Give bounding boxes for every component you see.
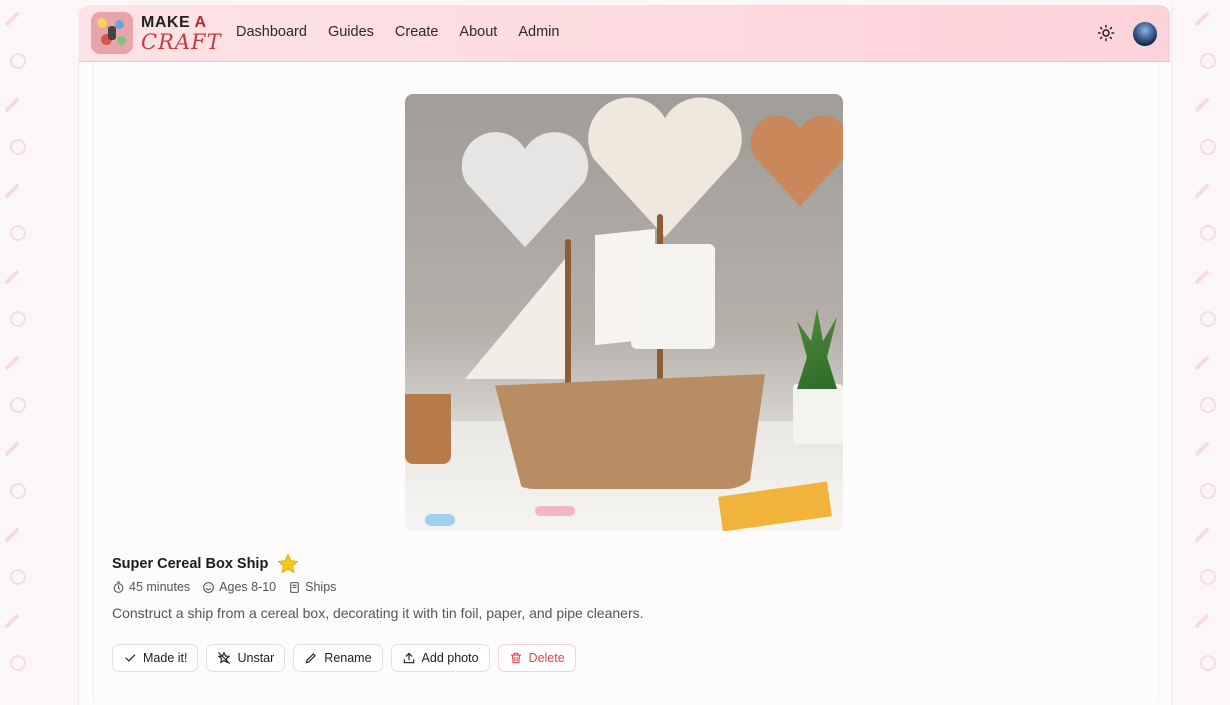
pattern-doodle [1194, 11, 1210, 27]
pattern-doodle [1200, 483, 1216, 499]
pattern-doodle [10, 655, 26, 671]
smile-icon [203, 581, 215, 593]
nav-about[interactable]: About [459, 24, 497, 40]
user-avatar[interactable] [1132, 21, 1158, 47]
rename-button[interactable]: Rename [293, 644, 383, 672]
pattern-doodle [1200, 397, 1216, 413]
pencil-icon [305, 653, 317, 664]
craft-photo [405, 94, 843, 531]
pattern-doodle [1194, 269, 1210, 285]
book-icon [290, 581, 299, 593]
pattern-doodle [4, 97, 20, 113]
craft-title-row: Super Cereal Box Ship [112, 552, 300, 576]
pattern-doodle [1200, 569, 1216, 585]
craft-title: Super Cereal Box Ship [112, 556, 269, 572]
pattern-doodle [1194, 441, 1210, 457]
pattern-doodle [4, 613, 20, 629]
star-icon[interactable] [276, 552, 300, 576]
pattern-doodle [4, 183, 20, 199]
craft-meta: 45 minutes Ages 8-10 Ships [112, 580, 336, 594]
pattern-doodle [10, 139, 26, 155]
made-it-button[interactable]: Made it! [112, 644, 199, 672]
pattern-doodle [1194, 613, 1210, 629]
check-icon [125, 654, 136, 662]
craft-description: Construct a ship from a cereal box, deco… [112, 605, 644, 621]
pattern-doodle [1200, 655, 1216, 671]
logo-icon[interactable] [91, 12, 133, 54]
add-photo-button[interactable]: Add photo [390, 644, 490, 672]
sun-icon[interactable] [1097, 24, 1115, 42]
age-range: Ages 8-10 [202, 580, 276, 594]
nav-dashboard[interactable]: Dashboard [236, 24, 307, 40]
pattern-doodle [4, 355, 20, 371]
pattern-doodle [4, 527, 20, 543]
pattern-doodle [4, 11, 20, 27]
pattern-doodle [10, 483, 26, 499]
nav-create[interactable]: Create [395, 24, 439, 40]
pattern-doodle [1194, 97, 1210, 113]
pattern-doodle [1194, 183, 1210, 199]
trash-icon [510, 652, 521, 664]
pattern-doodle [1194, 355, 1210, 371]
pattern-doodle [1194, 527, 1210, 543]
pattern-doodle [10, 569, 26, 585]
delete-button[interactable]: Delete [497, 644, 576, 672]
pattern-doodle [10, 311, 26, 327]
top-navbar: MAKE A CRAFT Dashboard Guides Create Abo… [79, 5, 1170, 62]
category: Ships [288, 580, 336, 594]
nav-admin[interactable]: Admin [518, 24, 559, 40]
nav-guides[interactable]: Guides [328, 24, 374, 40]
brand-tagline[interactable]: CRAFT [141, 30, 222, 54]
duration: 45 minutes [112, 580, 190, 594]
timer-icon [113, 581, 124, 593]
pattern-doodle [10, 225, 26, 241]
star-off-icon [218, 651, 231, 664]
main-nav: Dashboard Guides Create About Admin [236, 24, 580, 40]
pattern-doodle [10, 397, 26, 413]
pattern-doodle [1200, 139, 1216, 155]
pattern-doodle [1200, 311, 1216, 327]
pattern-doodle [4, 441, 20, 457]
upload-icon [403, 652, 414, 664]
unstar-button[interactable]: Unstar [206, 644, 286, 672]
pattern-doodle [1200, 225, 1216, 241]
craft-actions: Made it! Unstar Rename Add photo Delete [112, 644, 576, 672]
pattern-doodle [1200, 53, 1216, 69]
pattern-doodle [4, 269, 20, 285]
pattern-doodle [10, 53, 26, 69]
